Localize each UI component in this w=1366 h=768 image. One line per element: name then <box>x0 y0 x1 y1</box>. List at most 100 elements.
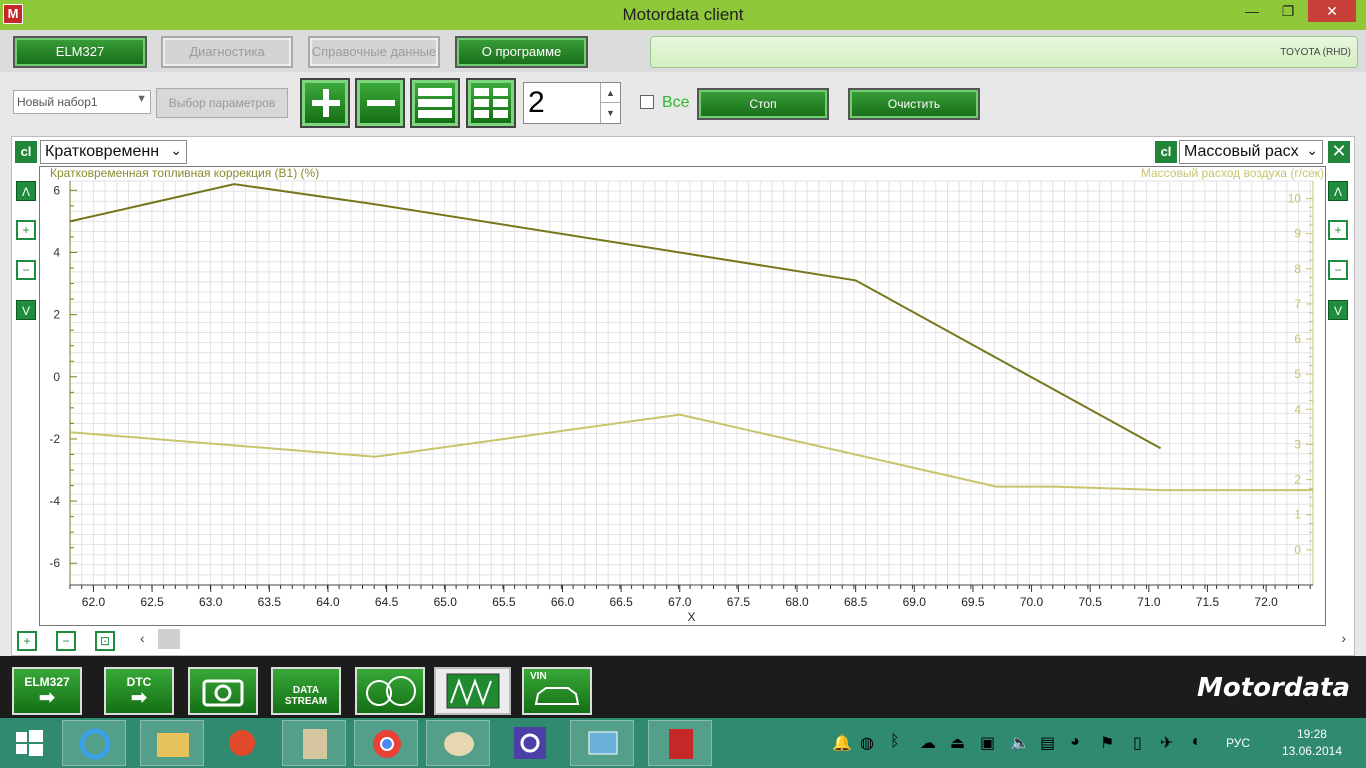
minimize-button[interactable]: — <box>1236 0 1268 22</box>
x-axis-label: X <box>687 610 695 624</box>
series-line-right <box>69 413 1313 492</box>
scroll-thumb[interactable] <box>158 629 180 649</box>
chevron-down-icon: ⌄ <box>1306 142 1318 158</box>
select-parameters-button[interactable]: Выбор параметров <box>156 88 288 118</box>
photo-viewer-icon[interactable] <box>570 720 634 766</box>
chevron-down-icon: ⌄ <box>170 142 182 158</box>
motordata-taskbar-icon[interactable] <box>648 720 712 766</box>
file-explorer-icon[interactable] <box>140 720 204 766</box>
clock[interactable]: 19:28 13.06.2014 <box>1282 726 1342 760</box>
scroll-left-icon[interactable]: ‹ <box>140 630 145 646</box>
airplane-mode-icon[interactable]: ✈ <box>1160 733 1178 752</box>
x-tick-label: 69.0 <box>903 595 927 609</box>
x-tick-label: 63.5 <box>258 595 282 609</box>
x-zoom-in-icon[interactable]: + <box>17 631 37 651</box>
left-y-tick-label: 6 <box>53 183 60 197</box>
right-scroll-down-icon[interactable]: V <box>1328 300 1348 320</box>
color-app-icon[interactable] <box>210 720 274 766</box>
x-tick-label: 71.5 <box>1196 595 1220 609</box>
tab-about[interactable]: О программе <box>455 36 588 68</box>
nav-graph-button[interactable] <box>434 667 511 715</box>
nav-data-stream-button[interactable]: DATA STREAM <box>271 667 341 715</box>
nav-snapshot-button[interactable] <box>188 667 258 715</box>
gauge-icon <box>366 676 416 706</box>
internet-explorer-icon[interactable] <box>62 720 126 766</box>
clock-date: 13.06.2014 <box>1281 744 1342 758</box>
panda-icon[interactable]: ◕ <box>1070 733 1088 751</box>
x-zoom-out-icon[interactable]: − <box>56 631 76 651</box>
right-y-tick-label: 1 <box>1294 508 1301 522</box>
x-tick-label: 68.5 <box>844 595 868 609</box>
start-button[interactable] <box>0 720 58 766</box>
nav-vin-button[interactable]: VIN <box>522 667 592 715</box>
right-zoom-in-icon[interactable]: + <box>1328 220 1348 240</box>
minus-icon <box>367 100 395 106</box>
right-cl-button[interactable]: cl <box>1155 141 1177 163</box>
x-tick-label: 70.0 <box>1020 595 1044 609</box>
x-tick-label: 62.5 <box>140 595 164 609</box>
horizontal-scrollbar[interactable]: ‹ › <box>138 628 1350 652</box>
add-chart-button[interactable] <box>300 78 350 128</box>
tab-reference-data[interactable]: Справочные данные <box>308 36 440 68</box>
clear-button[interactable]: Очистить <box>848 88 980 120</box>
nav-dtc-button[interactable]: DTC ➡ <box>104 667 174 715</box>
left-scroll-up-icon[interactable]: Λ <box>16 181 36 201</box>
left-zoom-in-icon[interactable]: + <box>16 220 36 240</box>
nav-elm327-button[interactable]: ELM327 ➡ <box>12 667 82 715</box>
spin-down-icon[interactable]: ▼ <box>600 103 620 123</box>
battery-icon[interactable]: ▯ <box>1133 733 1151 752</box>
right-parameter-select[interactable]: Массовый расх ⌄ <box>1179 140 1323 164</box>
right-y-tick-label: 3 <box>1294 437 1301 451</box>
paint-icon[interactable] <box>426 720 490 766</box>
taskbar: 🔔 ◍ ᛒ ☁ ⏏ ▣ 🔈 ▤ ◕ ⚑ ▯ ✈ ◖ РУС 19:28 13.0… <box>0 718 1366 768</box>
network-globe-icon[interactable]: ◍ <box>860 733 878 752</box>
remove-chart-button[interactable] <box>355 78 405 128</box>
tab-elm327[interactable]: ELM327 <box>13 36 147 68</box>
close-button[interactable]: ✕ <box>1308 0 1356 22</box>
right-zoom-out-icon[interactable]: − <box>1328 260 1348 280</box>
x-tick-label: 62.0 <box>82 595 106 609</box>
nav-gauges-button[interactable] <box>355 667 425 715</box>
left-cl-button[interactable]: cl <box>15 141 37 163</box>
tab-diagnostics[interactable]: Диагностика <box>161 36 293 68</box>
right-scroll-up-icon[interactable]: Λ <box>1328 181 1348 201</box>
x-tick-label: 71.0 <box>1137 595 1161 609</box>
parameter-set-select[interactable]: Новый набор1 ▼ <box>13 90 151 114</box>
cloud-warning-icon[interactable]: ☁ <box>920 733 938 752</box>
close-chart-button[interactable]: ✕ <box>1328 141 1350 163</box>
layout-grid-button[interactable] <box>466 78 516 128</box>
maximize-button[interactable]: ❐ <box>1272 0 1304 22</box>
scroll-right-icon[interactable]: › <box>1341 630 1346 646</box>
fit-view-icon[interactable]: ⊡ <box>95 631 115 651</box>
line-chart: 62.0 62.5 63.0 63.5 64.0 64.5 65.0 65.5 66.0 66.5… <box>49 166 1324 624</box>
input-language[interactable]: РУС <box>1226 736 1250 750</box>
x-tick-label: 67.5 <box>727 595 751 609</box>
speaker-icon[interactable]: ◖ <box>1190 733 1208 751</box>
document-app-icon[interactable] <box>282 720 346 766</box>
left-scroll-down-icon[interactable]: V <box>16 300 36 320</box>
left-y-tick-label: -2 <box>49 432 60 446</box>
settings-icon[interactable] <box>498 720 562 766</box>
layout-rows-button[interactable] <box>410 78 460 128</box>
storage-icon[interactable]: ▤ <box>1040 733 1058 752</box>
notification-bell-icon[interactable]: 🔔 <box>832 733 852 752</box>
arrow-right-icon: ➡ <box>38 687 56 709</box>
bluetooth-icon[interactable]: ᛒ <box>890 733 908 751</box>
chrome-icon[interactable] <box>354 720 418 766</box>
left-parameter-select[interactable]: Кратковременн ⌄ <box>40 140 187 164</box>
display-icon[interactable]: ▣ <box>980 733 998 752</box>
usb-icon[interactable]: ⏏ <box>950 733 968 752</box>
left-zoom-out-icon[interactable]: − <box>16 260 36 280</box>
brand-logo: Motordata <box>1197 673 1350 703</box>
camera-icon <box>202 679 244 707</box>
plot-area[interactable]: 62.0 62.5 63.0 63.5 64.0 64.5 65.0 65.5 66.0 66.5… <box>39 166 1326 626</box>
left-y-tick-label: 2 <box>53 308 60 322</box>
stop-button[interactable]: Стоп <box>697 88 829 120</box>
window-title: Motordata client <box>622 5 744 24</box>
all-checkbox[interactable] <box>640 95 654 109</box>
spin-up-icon[interactable]: ▲ <box>600 83 620 103</box>
volume-icon[interactable]: 🔈 <box>1010 733 1030 752</box>
flag-icon[interactable]: ⚑ <box>1100 733 1118 752</box>
plot-count-spinner[interactable]: 2 ▲ ▼ <box>523 82 621 124</box>
rows-layout-icon <box>418 88 452 118</box>
